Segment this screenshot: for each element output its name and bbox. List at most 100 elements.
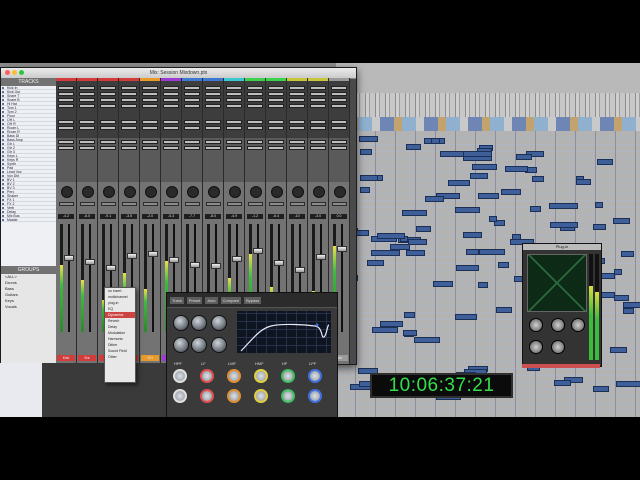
midi-note[interactable] [549,203,578,209]
pan-knob[interactable] [124,186,136,198]
midi-note[interactable] [404,312,415,318]
track-visible-icon[interactable] [2,95,4,97]
insert-slot[interactable] [226,140,242,144]
insert-slot[interactable] [247,140,263,144]
insert-slot[interactable] [310,92,326,96]
plugin-header-control[interactable]: Bypass [244,296,262,304]
insert-slot[interactable] [247,92,263,96]
volume-fader[interactable] [211,262,221,269]
track-visible-icon[interactable] [2,167,4,169]
insert-slot[interactable] [268,98,284,102]
track-visible-icon[interactable] [2,87,4,89]
insert-slot[interactable] [247,120,263,124]
midi-note[interactable] [593,224,606,230]
volume-fader[interactable] [85,258,95,265]
insert-slot[interactable] [310,86,326,90]
insert-slot[interactable] [268,86,284,90]
insert-slot[interactable] [163,86,179,90]
track-visible-icon[interactable] [2,203,4,205]
insert-slot[interactable] [121,98,137,102]
volume-fader[interactable] [127,252,137,259]
insert-slot[interactable] [121,126,137,130]
solo-mute-buttons[interactable] [311,202,326,206]
solo-mute-buttons[interactable] [80,202,95,206]
midi-note[interactable] [425,196,444,202]
stereo-scope[interactable] [527,254,587,312]
insert-slot[interactable] [289,120,305,124]
midi-note[interactable] [406,250,425,256]
insert-slot[interactable] [289,92,305,96]
insert-slot[interactable] [58,120,74,124]
pan-knob[interactable] [145,186,157,198]
eq-q-dial[interactable] [281,389,295,403]
minimize-button[interactable] [12,70,17,75]
insert-slot[interactable] [163,140,179,144]
midi-note[interactable] [496,307,512,313]
track-visible-icon[interactable] [2,215,4,217]
insert-slot[interactable] [142,86,158,90]
insert-slot[interactable] [163,98,179,102]
insert-slot[interactable] [142,126,158,130]
center-knob[interactable] [571,318,585,332]
track-visible-icon[interactable] [2,207,4,209]
midi-note[interactable] [463,232,482,238]
midi-note[interactable] [470,173,488,179]
insert-slot[interactable] [100,126,116,130]
insert-slot[interactable] [58,146,74,150]
big-counter[interactable]: 10:06:37:21 [370,373,513,398]
pan-knob[interactable] [250,186,262,198]
track-visible-icon[interactable] [2,115,4,117]
solo-mute-buttons[interactable] [206,202,221,206]
insert-slot[interactable] [79,146,95,150]
pan-knob[interactable] [208,186,220,198]
solo-mute-buttons[interactable] [332,202,347,206]
track-visible-icon[interactable] [2,211,4,213]
track-visible-icon[interactable] [2,195,4,197]
midi-note[interactable] [614,295,629,301]
midi-note[interactable] [505,166,528,172]
midi-note[interactable] [621,251,634,257]
solo-mute-buttons[interactable] [185,202,200,206]
volume-fader[interactable] [337,246,347,253]
eq-gain-dial[interactable] [308,369,322,383]
track-visible-icon[interactable] [2,127,4,129]
plugin-header-control[interactable]: Compare [220,296,242,304]
insert-slot[interactable] [331,104,347,108]
solo-mute-buttons[interactable] [248,202,263,206]
insert-slot[interactable] [247,104,263,108]
popup-menu-item[interactable]: Other [105,354,135,360]
track-visible-icon[interactable] [2,143,4,145]
insert-slot[interactable] [289,126,305,130]
eq-gain-dial[interactable] [173,369,187,383]
insert-slot[interactable] [58,92,74,96]
insert-slot[interactable] [163,92,179,96]
midi-note[interactable] [455,314,477,320]
marker-ruler[interactable] [336,117,640,131]
midi-note[interactable] [613,218,630,224]
insert-slot[interactable] [268,120,284,124]
track-visible-icon[interactable] [2,91,4,93]
pan-knob[interactable] [82,186,94,198]
insert-slot[interactable] [184,92,200,96]
midi-note[interactable] [406,144,421,150]
insert-slot[interactable] [121,104,137,108]
insert-slot[interactable] [184,98,200,102]
insert-slot[interactable] [226,98,242,102]
eq-graph[interactable] [237,311,331,353]
insert-popup-menu[interactable]: no insert multichannel plug-in EQ Dynamics Re… [104,287,136,383]
volume-fader[interactable] [232,255,242,262]
insert-slot[interactable] [142,146,158,150]
track-visible-icon[interactable] [2,175,4,177]
track-visible-icon[interactable] [2,219,4,221]
insert-slot[interactable] [268,140,284,144]
insert-slot[interactable] [163,126,179,130]
track-visible-icon[interactable] [2,119,4,121]
eq-q-dial[interactable] [308,389,322,403]
insert-slot[interactable] [100,104,116,108]
insert-slot[interactable] [121,86,137,90]
insert-slot[interactable] [268,104,284,108]
insert-slot[interactable] [289,104,305,108]
pan-knob[interactable] [61,186,73,198]
midi-note[interactable] [390,244,410,250]
midi-note[interactable] [455,207,480,213]
